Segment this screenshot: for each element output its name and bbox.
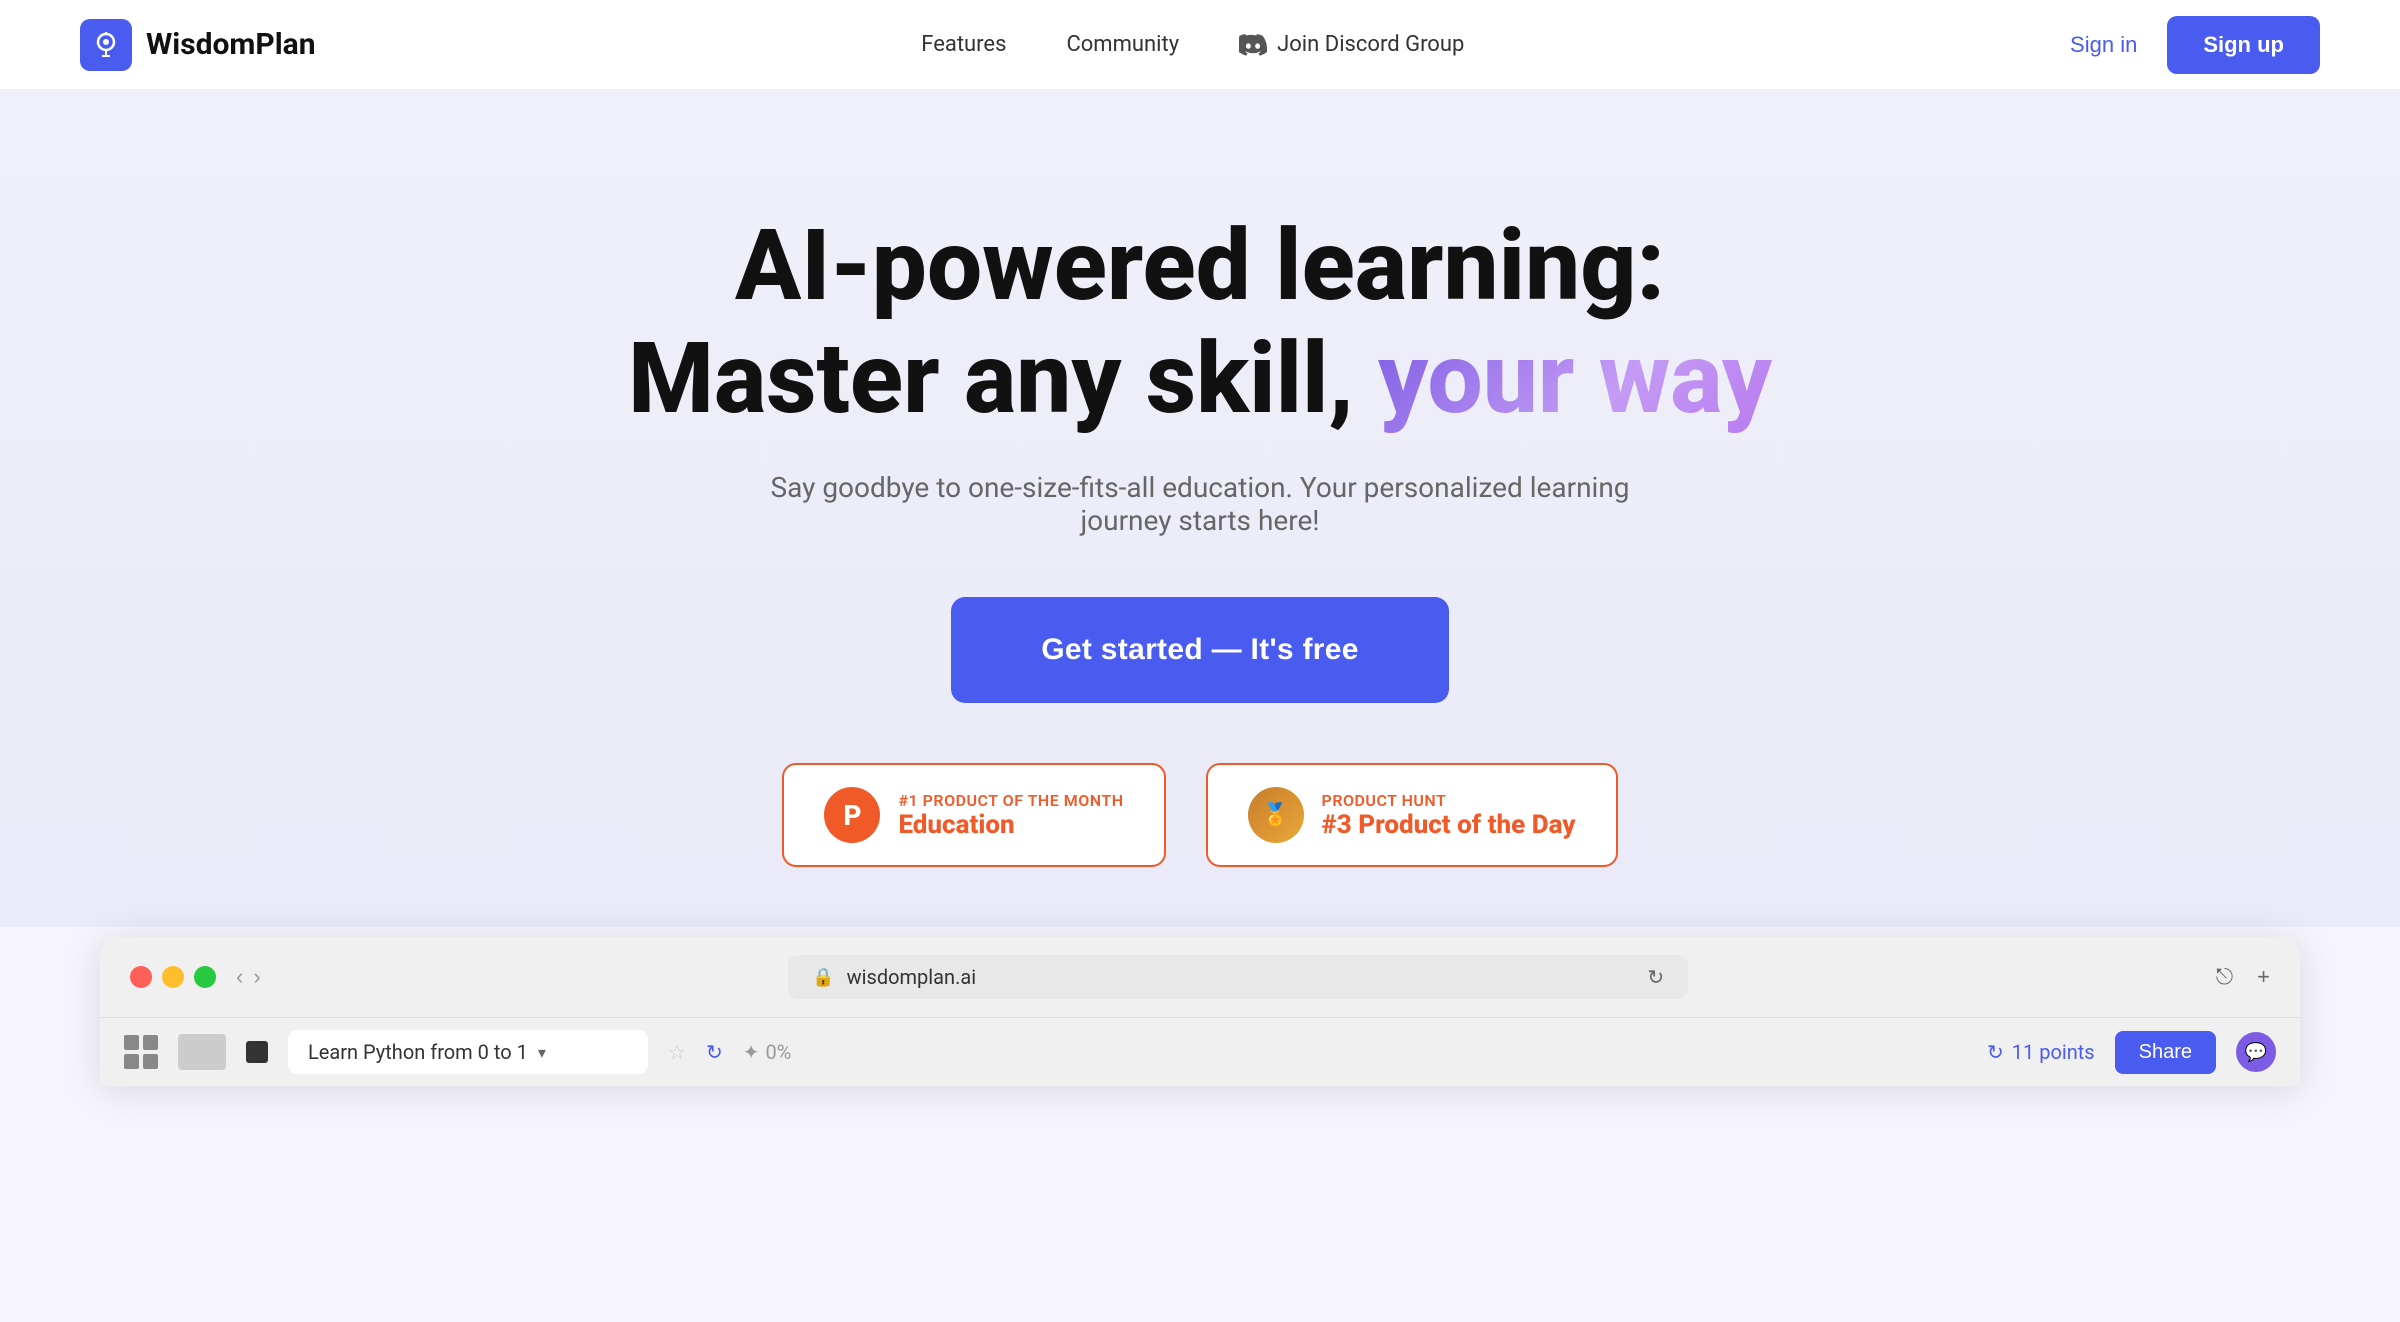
logo-text: WisdomPlan — [146, 27, 316, 62]
hero-section: AI-powered learning: Master any skill, y… — [0, 90, 2400, 927]
nav-actions: Sign in Sign up — [2070, 16, 2320, 74]
spark-icon: ✦ 0% — [743, 1040, 792, 1064]
nav-discord-label: Join Discord Group — [1277, 32, 1464, 57]
lock-icon: 🔒 — [812, 967, 834, 988]
nav-links: Features Community Join Discord Group — [921, 31, 1464, 59]
points-icon: ↻ — [1987, 1040, 2004, 1064]
badge-text-1: #1 PRODUCT OF THE MONTH Education — [898, 791, 1123, 840]
hero-title-line2: Master any skill, your way — [628, 321, 1772, 436]
browser-window: ‹ › 🔒 wisdomplan.ai ↻ ⎋ + — [100, 937, 2300, 1086]
tab-refresh-icon[interactable]: ↻ — [706, 1040, 723, 1064]
browser-chrome: ‹ › 🔒 wisdomplan.ai ↻ ⎋ + — [100, 937, 2300, 1017]
get-started-button[interactable]: Get started — It's free — [951, 597, 1448, 703]
discord-icon — [1239, 31, 1267, 59]
traffic-light-red[interactable] — [130, 966, 152, 988]
tab-favicon — [246, 1041, 268, 1063]
grid-cell-2 — [143, 1035, 158, 1050]
address-text: wisdomplan.ai — [847, 965, 976, 989]
nav-arrows: ‹ › — [236, 964, 261, 990]
badge-text-2: PRODUCT HUNT #3 Product of the Day — [1322, 791, 1576, 840]
spark-symbol: ✦ — [743, 1040, 760, 1064]
badge-value-2: #3 Product of the Day — [1322, 810, 1576, 840]
tab-right-actions: ↻ 11 points Share 💬 — [1987, 1031, 2276, 1074]
traffic-light-green[interactable] — [194, 966, 216, 988]
add-tab-button[interactable]: + — [2257, 964, 2270, 990]
back-button[interactable]: ‹ — [236, 964, 243, 990]
tab-title: Learn Python from 0 to 1 — [308, 1040, 528, 1064]
share-action-button[interactable]: ⎋ — [2216, 964, 2233, 990]
chat-avatar[interactable]: 💬 — [2236, 1032, 2276, 1072]
grid-cell-1 — [124, 1035, 139, 1050]
hero-title-line1: AI-powered learning: — [735, 208, 1665, 323]
navbar: WisdomPlan Features Community Join Disco… — [0, 0, 2400, 90]
browser-actions: ⎋ + — [2216, 964, 2270, 990]
address-bar[interactable]: 🔒 wisdomplan.ai ↻ — [788, 955, 1688, 999]
hero-title: AI-powered learning: Master any skill, y… — [628, 210, 1772, 435]
share-button[interactable]: Share — [2115, 1031, 2216, 1074]
logo-icon — [80, 19, 132, 71]
tab-grid-button[interactable] — [124, 1035, 158, 1069]
nav-discord[interactable]: Join Discord Group — [1239, 31, 1464, 59]
tab-thumbnail — [178, 1034, 226, 1070]
hero-subtitle: Say goodbye to one-size-fits-all educati… — [750, 471, 1650, 537]
tab-bar: Learn Python from 0 to 1 ▾ ☆ ↻ ✦ 0% ↻ 11… — [100, 1017, 2300, 1086]
chevron-down-icon: ▾ — [538, 1043, 546, 1062]
nav-features[interactable]: Features — [921, 32, 1006, 57]
reload-button[interactable]: ↻ — [1647, 965, 1664, 989]
badge-label-2: PRODUCT HUNT — [1322, 791, 1576, 810]
badge-value-1: Education — [898, 810, 1123, 840]
favorite-star-icon[interactable]: ☆ — [668, 1040, 686, 1064]
signin-button[interactable]: Sign in — [2070, 32, 2137, 58]
traffic-light-yellow[interactable] — [162, 966, 184, 988]
traffic-lights — [130, 966, 216, 988]
badge-product-day[interactable]: 🏅 PRODUCT HUNT #3 Product of the Day — [1206, 763, 1618, 867]
badges-row: P #1 PRODUCT OF THE MONTH Education 🏅 PR… — [782, 763, 1617, 867]
badge-label-1: #1 PRODUCT OF THE MONTH — [898, 791, 1123, 810]
badge-medal-icon: 🏅 — [1248, 787, 1304, 843]
points-area: ↻ 11 points — [1987, 1040, 2095, 1064]
points-label: 11 points — [2012, 1040, 2095, 1064]
logo-area[interactable]: WisdomPlan — [80, 19, 316, 71]
tab-title-area[interactable]: Learn Python from 0 to 1 ▾ — [288, 1030, 648, 1074]
badge-ph-icon: P — [824, 787, 880, 843]
logo-svg — [91, 30, 121, 60]
browser-section: ‹ › 🔒 wisdomplan.ai ↻ ⎋ + — [0, 937, 2400, 1086]
forward-button[interactable]: › — [253, 964, 260, 990]
nav-community[interactable]: Community — [1066, 32, 1179, 57]
badge-product-month[interactable]: P #1 PRODUCT OF THE MONTH Education — [782, 763, 1165, 867]
grid-cell-3 — [124, 1054, 139, 1069]
hero-gradient-text: your way — [1378, 321, 1772, 436]
grid-cell-4 — [143, 1054, 158, 1069]
spark-progress: 0% — [765, 1040, 791, 1064]
signup-button[interactable]: Sign up — [2167, 16, 2320, 74]
